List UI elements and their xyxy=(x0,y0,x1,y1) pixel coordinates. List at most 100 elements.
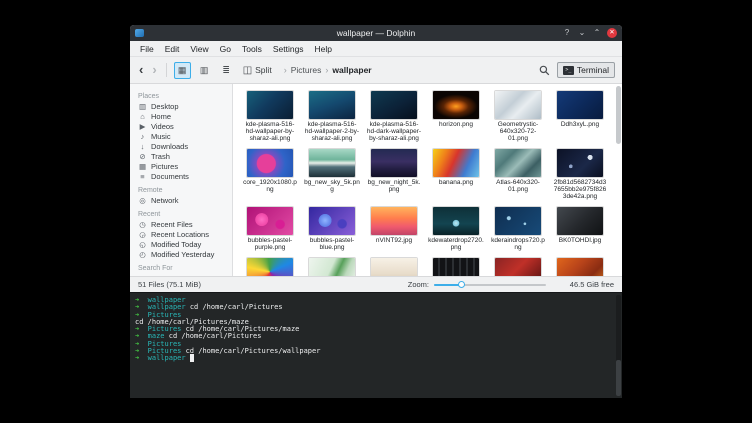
search-icon xyxy=(539,65,550,76)
close-button[interactable]: ✕ xyxy=(607,28,617,38)
back-button[interactable]: ‹ xyxy=(137,63,145,77)
menu-view[interactable]: View xyxy=(190,44,208,54)
menu-tools[interactable]: Tools xyxy=(242,44,262,54)
sidebar-item-label: Pictures xyxy=(151,162,178,171)
file-item[interactable]: bg_new_night_5k.png xyxy=(363,146,425,204)
file-view[interactable]: kde-plasma-516-hd-wallpaper-by-sharaz-al… xyxy=(233,84,622,276)
file-thumbnail xyxy=(495,149,541,177)
file-thumbnail xyxy=(371,258,417,276)
terminal-panel[interactable]: ➜ wallpaper ➜ wallpaper cd /home/carl/Pi… xyxy=(130,292,622,398)
sidebar-item-documents[interactable]: ≡ Documents xyxy=(130,171,232,181)
sidebar-item-videos[interactable]: ▶ Videos xyxy=(130,121,232,131)
details-view-button[interactable]: ≣ xyxy=(218,62,235,79)
sidebar-item-pictures[interactable]: ▦ Pictures xyxy=(130,161,232,171)
sidebar-item-recent-locations[interactable]: ◶ Recent Locations xyxy=(130,229,232,239)
file-item[interactable] xyxy=(363,255,425,276)
sidebar-item-modified-today[interactable]: ◵ Modified Today xyxy=(130,239,232,249)
zoom-slider-handle[interactable] xyxy=(458,281,465,288)
menu-file[interactable]: File xyxy=(140,44,154,54)
sidebar-item-modified-yesterday[interactable]: ◴ Modified Yesterday xyxy=(130,249,232,259)
sidebar-item-label: Music xyxy=(151,132,171,141)
zoom-slider-fill xyxy=(434,284,461,286)
file-item[interactable]: kdewaterdrop2720.png xyxy=(425,204,487,255)
sidebar-item-label: Network xyxy=(151,196,179,205)
file-thumbnail xyxy=(557,258,603,276)
file-item[interactable]: bubbles-pastel-purple.png xyxy=(239,204,301,255)
terminal-scrollbar-thumb[interactable] xyxy=(616,360,621,396)
file-thumbnail xyxy=(371,91,417,119)
sidebar-item-label: Modified Today xyxy=(151,240,201,249)
file-name: banana.png xyxy=(428,179,484,186)
modified-yesterday-icon: ◴ xyxy=(138,250,147,259)
file-item[interactable] xyxy=(301,255,363,276)
file-name: bg_new_sky_5k.png xyxy=(304,179,360,193)
file-thumbnail xyxy=(495,207,541,235)
file-name: kde-plasma-516-hd-wallpaper-2-by-sharaz-… xyxy=(304,121,360,142)
file-item[interactable]: nVINT92.jpg xyxy=(363,204,425,255)
sidebar-item-trash[interactable]: ⊘ Trash xyxy=(130,151,232,161)
file-item[interactable]: kde-plasma-516-hd-dark-wallpaper-by-shar… xyxy=(363,88,425,146)
minimize-button[interactable]: ⌄ xyxy=(577,28,587,38)
documents-icon: ≡ xyxy=(138,172,147,181)
sidebar-item-music[interactable]: ♪ Music xyxy=(130,131,232,141)
sidebar-item-recent-files[interactable]: ◷ Recent Files xyxy=(130,219,232,229)
file-item[interactable] xyxy=(549,255,611,276)
file-item[interactable]: bg_new_sky_5k.png xyxy=(301,146,363,204)
file-item[interactable]: core_1920x1080.png xyxy=(239,146,301,204)
window-controls: ? ⌄ ⌃ ✕ xyxy=(562,28,617,38)
zoom-slider[interactable] xyxy=(434,281,546,289)
menu-edit[interactable]: Edit xyxy=(165,44,180,54)
file-thumbnail xyxy=(247,149,293,177)
sidebar-item-desktop[interactable]: ▥ Desktop xyxy=(130,101,232,111)
terminal-toggle-button[interactable]: >_ Terminal xyxy=(557,62,615,78)
icons-view-button[interactable]: ▦ xyxy=(174,62,191,79)
terminal-line: ➜ Pictures cd /home/carl/Pictures/wallpa… xyxy=(135,348,612,355)
desktop-icon: ▥ xyxy=(138,102,147,111)
file-item[interactable] xyxy=(425,255,487,276)
file-item[interactable]: Atlas-640x320-01.png xyxy=(487,146,549,204)
file-item[interactable]: kde-plasma-516-hd-wallpaper-by-sharaz-al… xyxy=(239,88,301,146)
file-item[interactable]: BK0TOHDl.jpg xyxy=(549,204,611,255)
breadcrumb-chevron-icon: › xyxy=(284,65,287,75)
file-item[interactable]: banana.png xyxy=(425,146,487,204)
split-icon: ◫ xyxy=(243,65,252,76)
file-item[interactable]: Ddh3xyL.png xyxy=(549,88,611,146)
sidebar-section-header: Recent xyxy=(138,210,224,219)
help-button[interactable]: ? xyxy=(562,28,572,38)
breadcrumb-pictures[interactable]: Pictures xyxy=(291,65,322,75)
breadcrumb-wallpaper[interactable]: wallpaper xyxy=(332,65,371,75)
file-thumbnail xyxy=(433,258,479,276)
places-panel: Places ▥ Desktop ⌂ Home ▶ Videos ♪ Music… xyxy=(130,84,233,276)
menu-help[interactable]: Help xyxy=(315,44,332,54)
compact-view-button[interactable]: ▥ xyxy=(196,62,213,79)
vertical-scrollbar[interactable] xyxy=(616,86,621,274)
sidebar-item-downloads[interactable]: ↓ Downloads xyxy=(130,141,232,151)
file-name: 2fb81d5682734d37655bb2e975f8263de42a.png xyxy=(552,179,608,200)
dolphin-window: wallpaper — Dolphin ? ⌄ ⌃ ✕ File Edit View… xyxy=(130,25,622,398)
terminal-scrollbar[interactable] xyxy=(616,295,621,396)
scrollbar-thumb[interactable] xyxy=(616,86,621,144)
menu-go[interactable]: Go xyxy=(220,44,231,54)
titlebar[interactable]: wallpaper — Dolphin ? ⌄ ⌃ ✕ xyxy=(130,25,622,41)
search-button[interactable] xyxy=(537,63,552,78)
file-item[interactable] xyxy=(239,255,301,276)
file-item[interactable] xyxy=(487,255,549,276)
file-item[interactable]: 2fb81d5682734d37655bb2e975f8263de42a.png xyxy=(549,146,611,204)
file-item[interactable]: horizon.png xyxy=(425,88,487,146)
forward-button[interactable]: › xyxy=(150,63,158,77)
terminal-line: ➜ wallpaper cd /home/carl/Pictures xyxy=(135,304,612,311)
main-area: Places ▥ Desktop ⌂ Home ▶ Videos ♪ Music… xyxy=(130,84,622,276)
file-item[interactable]: kde-plasma-516-hd-wallpaper-2-by-sharaz-… xyxy=(301,88,363,146)
file-item[interactable]: Geometrystic-640x320-72-01.png xyxy=(487,88,549,146)
sidebar-item-home[interactable]: ⌂ Home xyxy=(130,111,232,121)
maximize-button[interactable]: ⌃ xyxy=(592,28,602,38)
menu-settings[interactable]: Settings xyxy=(273,44,304,54)
sidebar-item-label: Modified Yesterday xyxy=(151,250,214,259)
file-item[interactable]: kderaindrops720.png xyxy=(487,204,549,255)
file-item[interactable]: bubbles-pastel-blue.png xyxy=(301,204,363,255)
sidebar-item-label: Recent Locations xyxy=(151,230,209,239)
split-button[interactable]: ◫ Split xyxy=(240,65,275,76)
sidebar-item-network[interactable]: ◎ Network xyxy=(130,195,232,205)
file-name: bubbles-pastel-purple.png xyxy=(242,237,298,251)
terminal-line: ➜ wallpaper xyxy=(135,355,612,362)
